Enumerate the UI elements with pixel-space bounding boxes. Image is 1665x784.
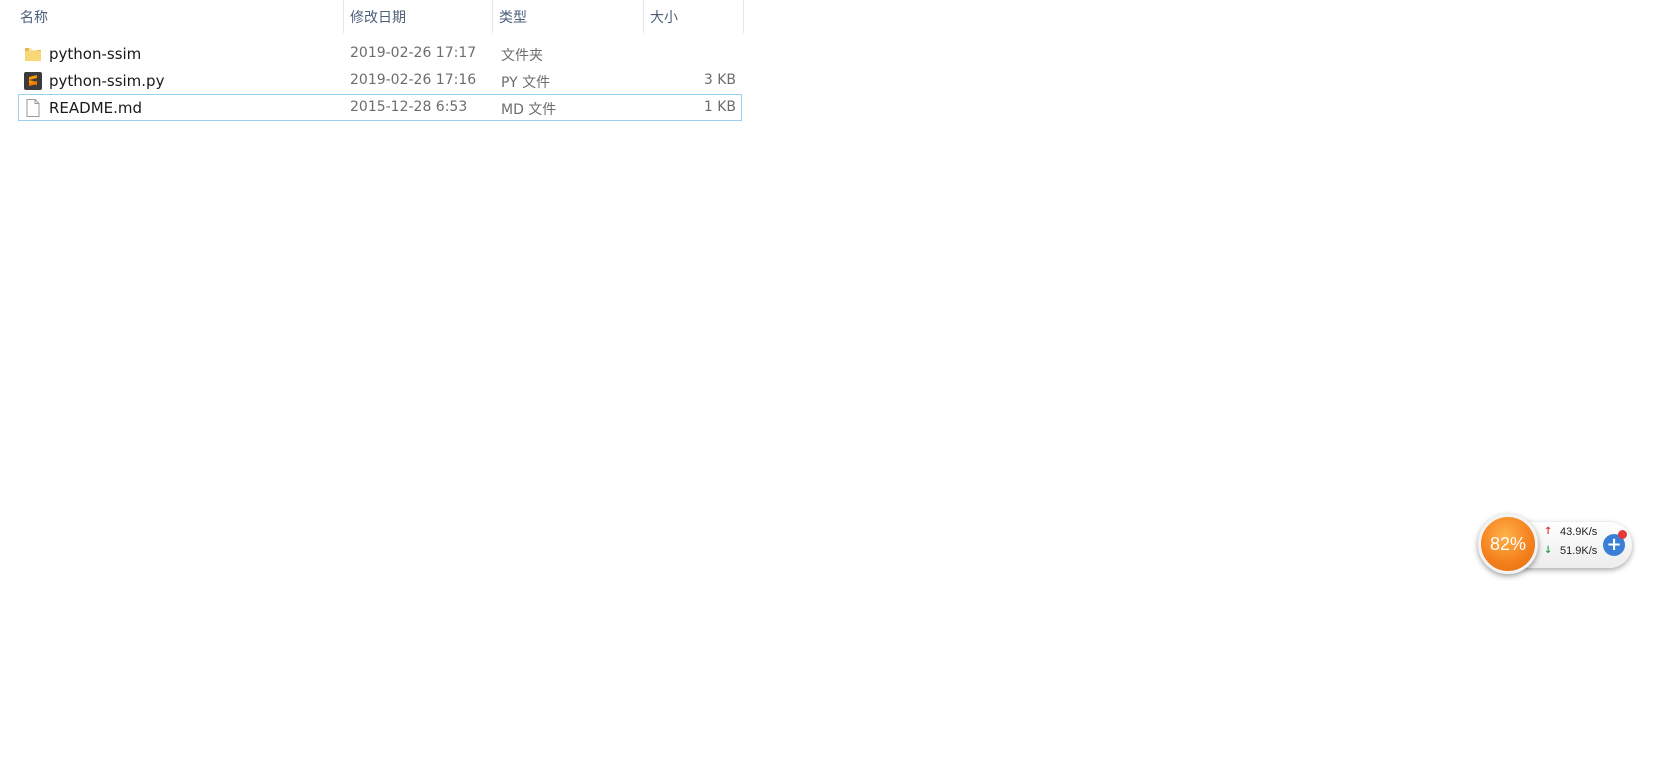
file-name: README.md [49,99,143,117]
sublime-text-file-icon [23,71,43,91]
notification-dot [1618,530,1627,539]
column-header: 名称 ^ 修改日期 类型 大小 [0,0,744,33]
download-speed: 51.9K/s [1560,545,1598,557]
download-arrow-icon: ↓ [1544,545,1553,556]
column-header-name[interactable]: 名称 ^ [14,0,344,33]
column-header-date[interactable]: 修改日期 [344,0,493,33]
file-date: 2015-12-28 6:53 [350,99,468,115]
file-row[interactable]: README.md 2015-12-28 6:53 MD 文件 1 KB [18,94,742,121]
file-size: 3 KB [703,72,736,88]
folder-icon [23,44,43,64]
file-explorer-view: 名称 ^ 修改日期 类型 大小 python-ssim 2019-02-26 1… [0,0,1665,784]
upload-speed: 43.9K/s [1560,526,1598,538]
file-type: MD 文件 [501,102,557,118]
upload-arrow-icon: ↑ [1544,526,1553,537]
network-speed-widget[interactable]: 82% ↑ 43.9K/s ↓ 51.9K/s + [1478,514,1632,574]
file-size: 1 KB [703,99,736,115]
column-header-size[interactable]: 大小 [644,0,744,33]
file-row[interactable]: python-ssim.py 2019-02-26 17:16 PY 文件 3 … [18,67,742,94]
memory-usage-percent: 82% [1489,533,1527,554]
column-header-type[interactable]: 类型 [493,0,644,33]
file-date: 2019-02-26 17:17 [350,45,477,61]
sort-ascending-icon: ^ [186,0,196,8]
file-list: python-ssim 2019-02-26 17:17 文件夹 python-… [18,40,742,121]
file-type: 文件夹 [501,48,543,64]
file-row[interactable]: python-ssim 2019-02-26 17:17 文件夹 [18,40,742,67]
document-file-icon [23,98,43,118]
file-name: python-ssim [49,45,142,63]
column-header-type-label: 类型 [499,10,527,26]
file-type: PY 文件 [501,75,551,91]
memory-usage-ball[interactable]: 82% [1478,514,1538,574]
column-header-name-label: 名称 [20,10,48,26]
file-name: python-ssim.py [49,72,165,90]
column-header-size-label: 大小 [650,10,678,26]
column-header-date-label: 修改日期 [350,10,406,26]
file-date: 2019-02-26 17:16 [350,72,477,88]
